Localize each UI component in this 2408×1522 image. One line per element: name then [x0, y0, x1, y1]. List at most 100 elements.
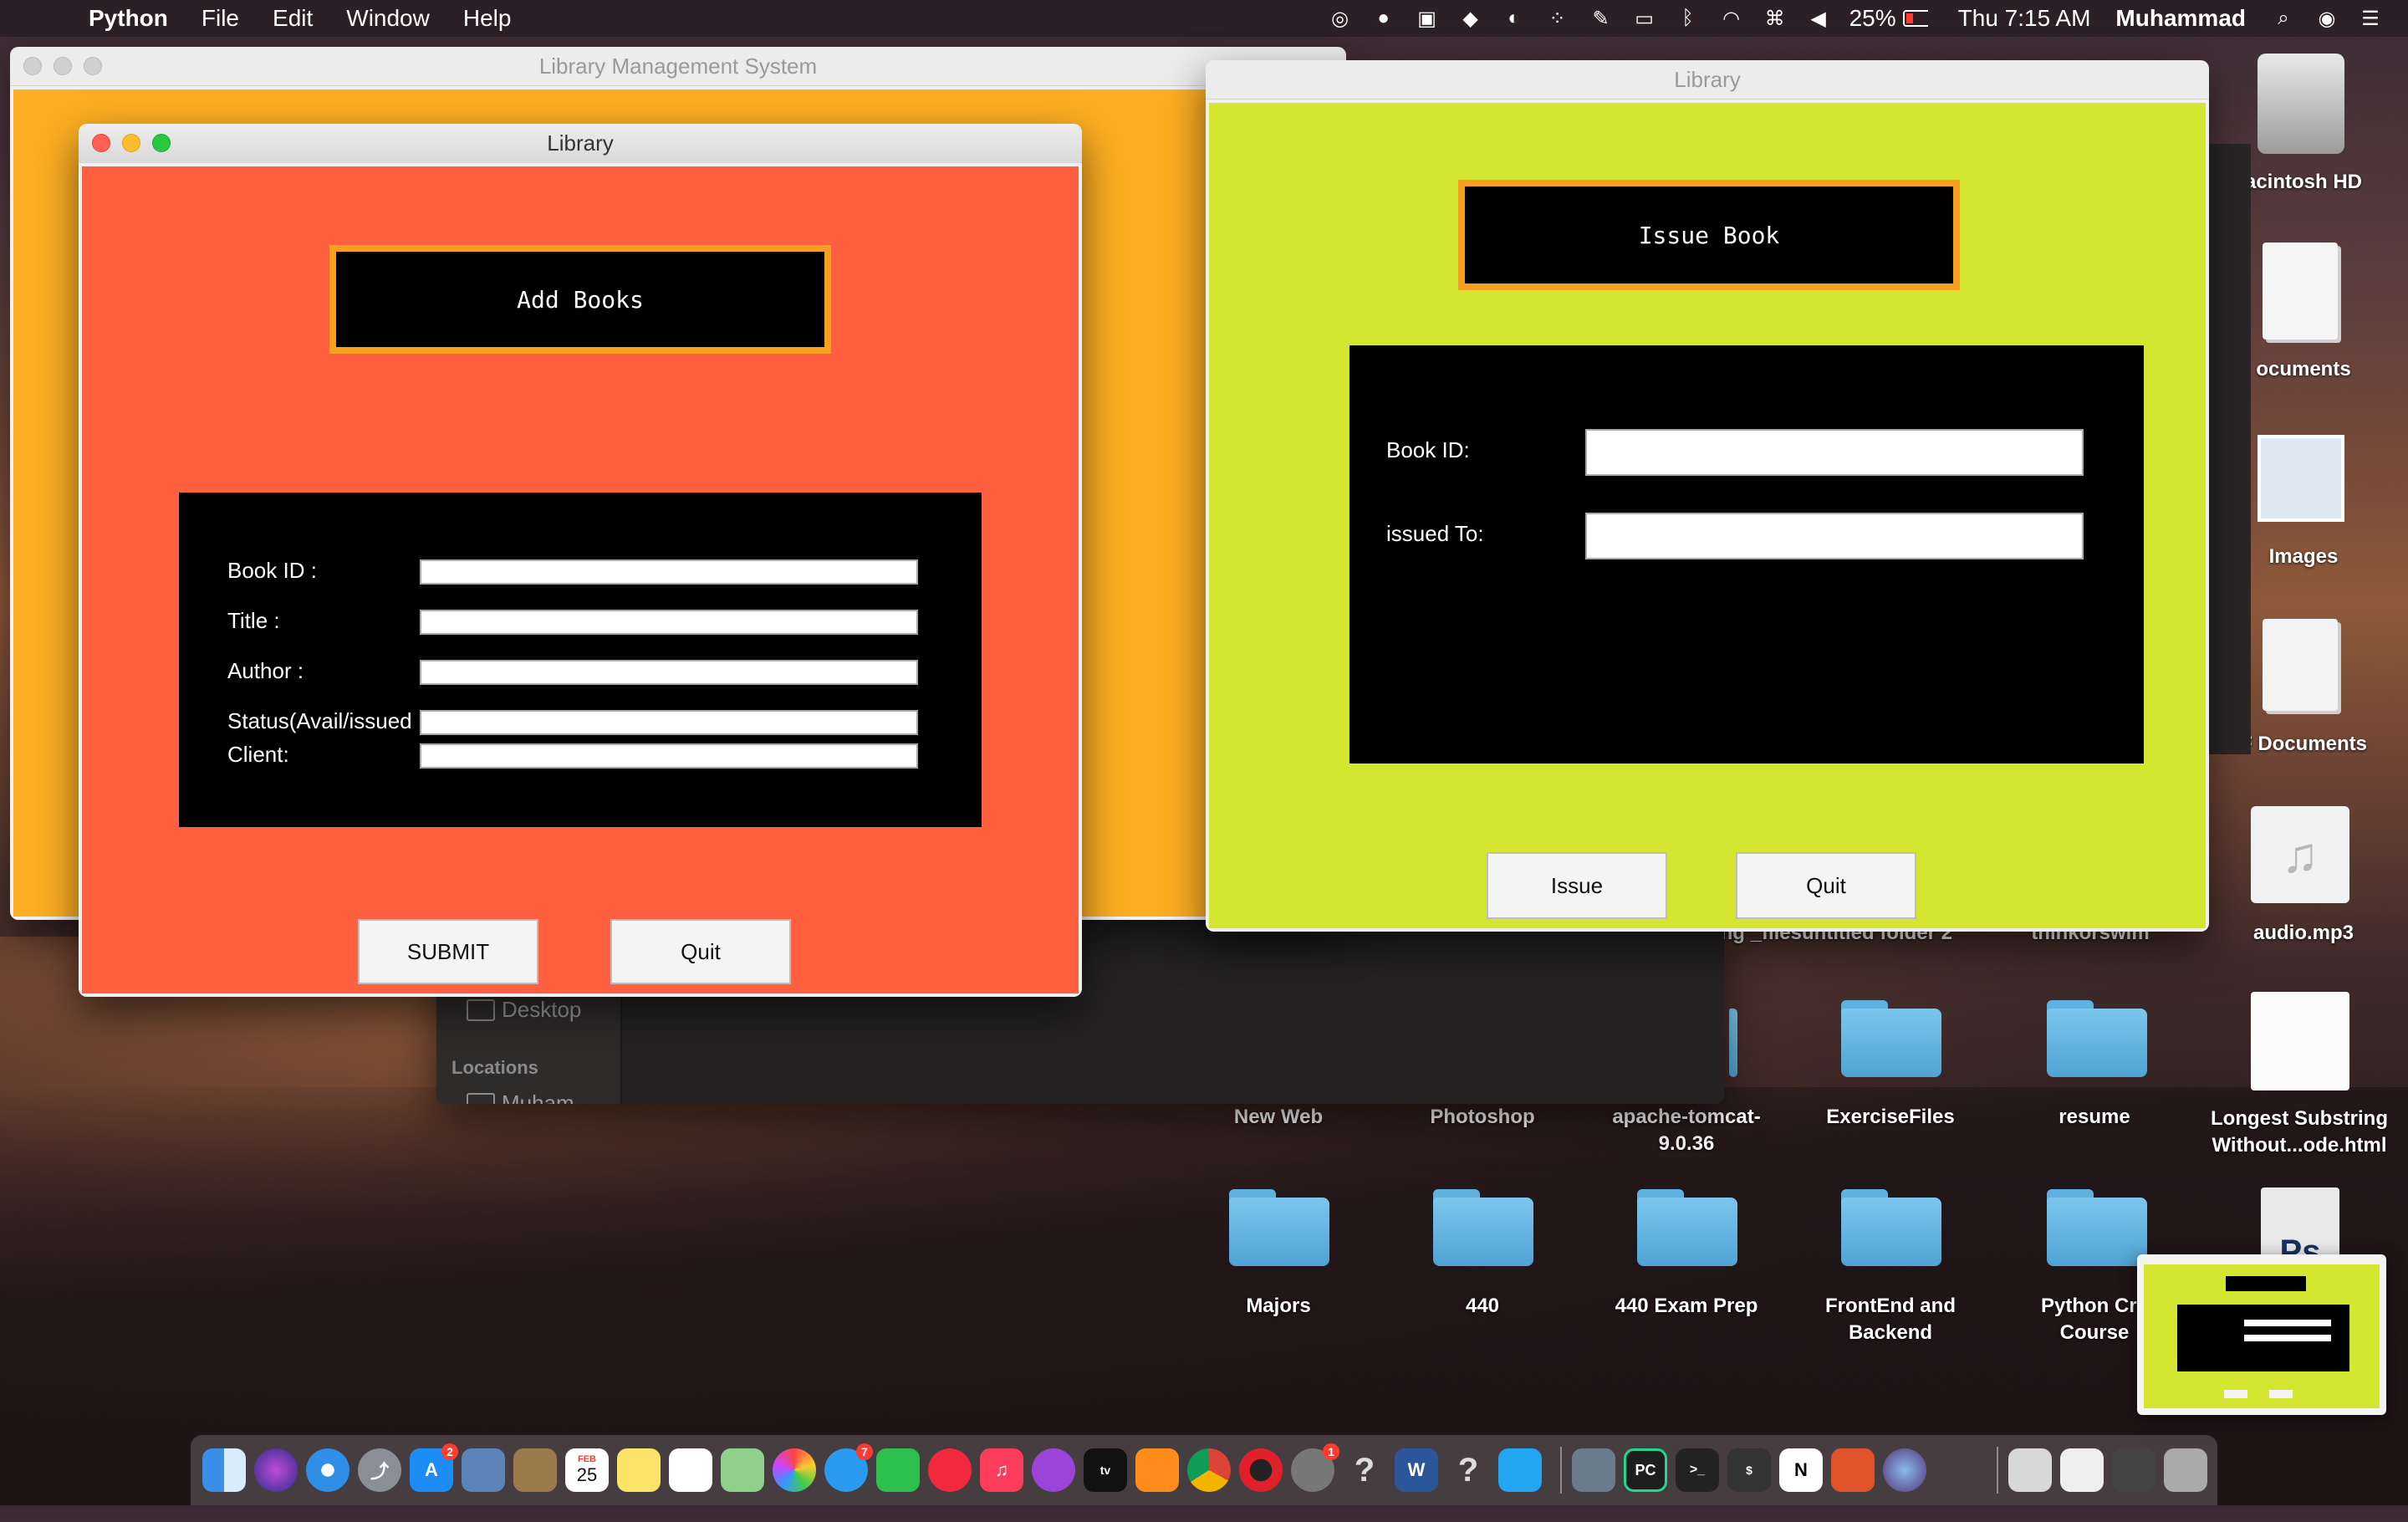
vscode-icon[interactable]: [1498, 1448, 1542, 1492]
notebook-icon[interactable]: [513, 1448, 557, 1492]
issued-to-input[interactable]: [1585, 513, 2084, 559]
folder-icon[interactable]: [1729, 1000, 1737, 1077]
menu-file[interactable]: File: [202, 5, 239, 32]
messages-icon[interactable]: 7: [824, 1443, 873, 1492]
desktop-label-new-web[interactable]: New Web: [1191, 1104, 1366, 1131]
tor-browser-icon[interactable]: [1883, 1448, 1926, 1492]
desktop-label-photoshop[interactable]: Photoshop: [1395, 1104, 1570, 1131]
office-icon[interactable]: [1831, 1448, 1875, 1492]
issue-quit-button[interactable]: Quit: [1736, 852, 1916, 919]
menu-window[interactable]: Window: [346, 5, 430, 32]
close-button[interactable]: [92, 134, 110, 152]
desktop-label-440[interactable]: 440: [1395, 1293, 1570, 1320]
folder-icon[interactable]: [1433, 1189, 1533, 1266]
battery-icon[interactable]: [1902, 8, 1928, 29]
balloon-icon[interactable]: ●: [1371, 7, 1396, 29]
podcasts-icon[interactable]: [1032, 1448, 1075, 1492]
app-store-icon[interactable]: A 2: [410, 1443, 458, 1492]
menu-help[interactable]: Help: [463, 5, 512, 32]
user-name[interactable]: Muhammad: [2115, 5, 2246, 32]
terminal-icon[interactable]: >_: [1676, 1448, 1719, 1492]
books-icon[interactable]: [1135, 1448, 1179, 1492]
keyboard-icon[interactable]: ⌘: [1763, 8, 1788, 30]
bluetooth-icon[interactable]: ᛒ: [1676, 7, 1701, 29]
window-preview-thumbnail[interactable]: [2137, 1254, 2386, 1415]
safari-icon[interactable]: [306, 1448, 349, 1492]
minimized-window-icon[interactable]: [2008, 1448, 2052, 1492]
notion-icon[interactable]: N: [1779, 1448, 1823, 1492]
calendar-icon[interactable]: FEB 25: [565, 1448, 609, 1492]
add-books-quit-button[interactable]: Quit: [610, 919, 791, 984]
news-icon[interactable]: [928, 1448, 972, 1492]
desktop-label-440-exam[interactable]: 440 Exam Prep: [1599, 1293, 1774, 1320]
dots-icon[interactable]: ⁘: [1545, 8, 1570, 30]
desktop-label-exercisefiles[interactable]: ExerciseFiles: [1803, 1104, 1978, 1131]
airplay-icon[interactable]: ▭: [1632, 8, 1657, 30]
facetime-icon[interactable]: [876, 1448, 920, 1492]
search-icon[interactable]: ⌕: [2271, 7, 2296, 29]
music-icon[interactable]: ♫: [980, 1448, 1023, 1492]
clock[interactable]: Thu 7:15 AM: [1958, 5, 2091, 32]
word-icon[interactable]: W: [1395, 1448, 1438, 1492]
battery-percent[interactable]: 25%: [1849, 5, 1896, 32]
pen-icon[interactable]: ✎: [1589, 8, 1614, 30]
creative-cloud-icon[interactable]: ◎: [1328, 8, 1353, 30]
preview-icon[interactable]: [462, 1448, 505, 1492]
wifi-icon[interactable]: ◠: [1719, 8, 1744, 30]
launchpad-icon[interactable]: ⤴: [358, 1448, 401, 1492]
photos-icon[interactable]: [773, 1448, 816, 1492]
opera-icon[interactable]: [1239, 1448, 1283, 1492]
lms-titlebar[interactable]: Library Management System: [10, 47, 1346, 86]
folder-icon[interactable]: [1637, 1189, 1737, 1266]
add-books-titlebar[interactable]: Library: [79, 124, 1082, 163]
notes-icon[interactable]: [617, 1448, 661, 1492]
reminders-icon[interactable]: [669, 1448, 712, 1492]
finder-icon[interactable]: [202, 1448, 246, 1492]
system-preferences-icon[interactable]: 1: [1291, 1443, 1339, 1492]
folder-icon[interactable]: [2047, 1189, 2147, 1266]
minimized-window-icon[interactable]: [2112, 1448, 2155, 1492]
minimize-button[interactable]: [54, 57, 72, 75]
unknown-app-icon[interactable]: ?: [1343, 1448, 1386, 1492]
volume-icon[interactable]: ◀: [1806, 8, 1831, 30]
zoom-button[interactable]: [84, 57, 102, 75]
desktop-label-majors[interactable]: Majors: [1191, 1293, 1366, 1320]
notification-center-icon[interactable]: ☰: [2358, 8, 2383, 30]
recorder-icon[interactable]: ▣: [1415, 8, 1440, 30]
folder-icon[interactable]: [1229, 1189, 1329, 1266]
close-button[interactable]: [23, 57, 42, 75]
finder-sidebar-item-home[interactable]: Muham: [467, 1090, 574, 1104]
unknown-app-icon[interactable]: ?: [1446, 1448, 1490, 1492]
elephant-icon[interactable]: ◆: [1458, 8, 1483, 30]
chrome-icon[interactable]: [1187, 1448, 1231, 1492]
submit-button[interactable]: SUBMIT: [358, 919, 538, 984]
minimize-button[interactable]: [122, 134, 140, 152]
folder-icon[interactable]: [1841, 1000, 1941, 1077]
sync-icon[interactable]: ◐: [1502, 7, 1527, 29]
desktop-label-apache[interactable]: apache-tomcat-9.0.36: [1599, 1104, 1774, 1157]
apple-tv-icon[interactable]: tv: [1084, 1448, 1127, 1492]
book-id-input[interactable]: [1585, 429, 2084, 476]
client-input[interactable]: [420, 743, 918, 769]
preview-app-icon[interactable]: [1572, 1448, 1615, 1492]
issue-titlebar[interactable]: Library: [1206, 60, 2209, 100]
pen-tool-icon[interactable]: [1935, 1448, 1978, 1492]
trash-icon[interactable]: [2164, 1448, 2207, 1492]
zoom-button[interactable]: [152, 134, 171, 152]
issue-button[interactable]: Issue: [1487, 852, 1667, 919]
desktop-label-frontend[interactable]: FrontEnd and Backend: [1803, 1293, 1978, 1346]
book-id-input[interactable]: [420, 559, 918, 585]
status-input[interactable]: [420, 710, 918, 735]
title-input[interactable]: [420, 610, 918, 635]
console-icon[interactable]: $: [1727, 1448, 1771, 1492]
menu-app-name[interactable]: Python: [89, 5, 168, 32]
folder-icon[interactable]: [2047, 1000, 2147, 1077]
finder-sidebar-item-desktop[interactable]: Desktop: [467, 997, 581, 1023]
minimized-window-icon[interactable]: [2060, 1448, 2104, 1492]
desktop-label-resume[interactable]: resume: [2007, 1104, 2182, 1131]
maps-icon[interactable]: [721, 1448, 764, 1492]
pycharm-icon[interactable]: PC: [1624, 1448, 1667, 1492]
author-input[interactable]: [420, 660, 918, 685]
menu-edit[interactable]: Edit: [273, 5, 313, 32]
siri-icon[interactable]: ◉: [2314, 8, 2339, 30]
